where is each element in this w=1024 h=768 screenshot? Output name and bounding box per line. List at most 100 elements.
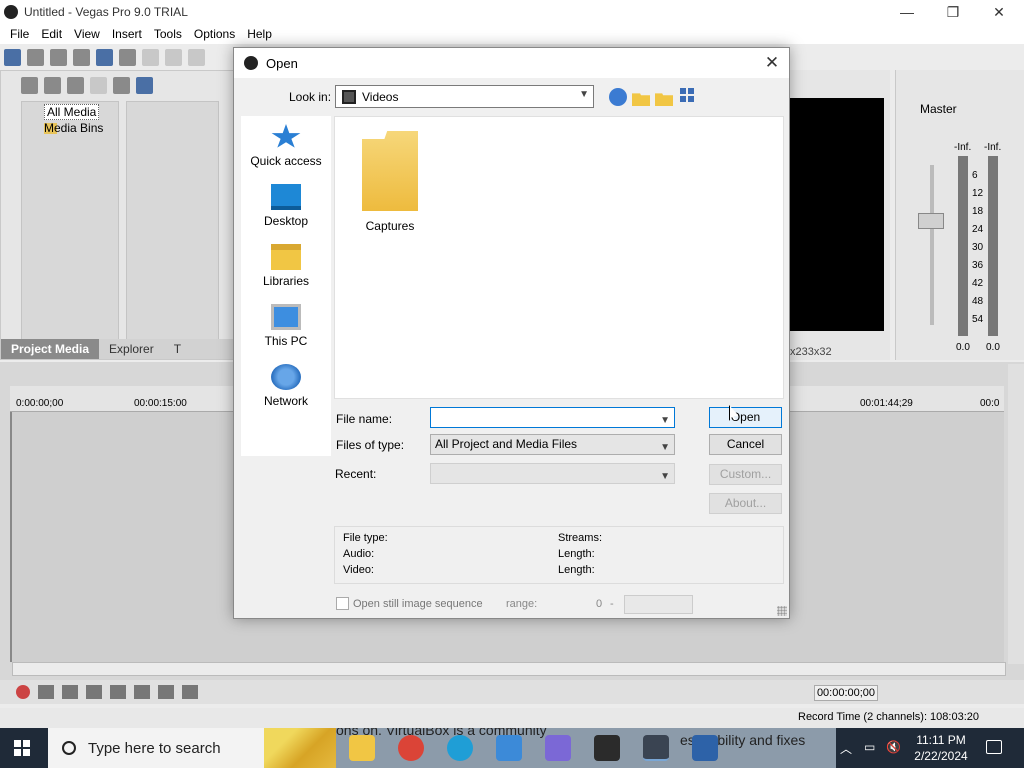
dialog-close-button[interactable]: ✕ [761, 52, 783, 74]
file-item-captures[interactable]: Captures [353, 131, 427, 233]
media-list[interactable] [126, 101, 219, 341]
vegas-taskbar-icon[interactable] [643, 735, 669, 761]
tab-transitions[interactable]: T [164, 342, 191, 356]
menu-file[interactable]: File [4, 27, 35, 41]
minimize-button[interactable]: — [884, 0, 930, 24]
master-fader[interactable] [918, 213, 944, 229]
edge-icon[interactable] [447, 735, 473, 761]
solitaire-icon[interactable] [594, 735, 620, 761]
back-arrow-icon[interactable] [609, 88, 627, 106]
import-media-icon[interactable] [21, 76, 38, 94]
project-media-panel: All Media Media Bins Project Media Explo… [0, 70, 235, 360]
tree-item-media-bins[interactable]: Media Bins [44, 120, 118, 136]
clipchamp-icon[interactable] [545, 735, 571, 761]
up-folder-icon[interactable] [632, 93, 650, 106]
videos-folder-icon [342, 89, 356, 104]
play-from-start-icon[interactable] [62, 685, 78, 699]
paste-icon[interactable] [188, 48, 205, 66]
record-icon[interactable] [16, 685, 30, 699]
menu-options[interactable]: Options [188, 27, 241, 41]
db-tick: 42 [972, 278, 984, 289]
cut-icon[interactable] [142, 48, 159, 66]
inf-left: -Inf. [954, 142, 972, 153]
capture-icon[interactable] [44, 76, 61, 94]
preview-resolution: x233x32 [790, 346, 832, 358]
chevron-up-icon[interactable]: ︿ [840, 740, 852, 757]
menu-view[interactable]: View [68, 27, 106, 41]
virtualbox-icon[interactable] [692, 735, 718, 761]
close-app-button[interactable]: ✕ [976, 0, 1022, 24]
go-to-start-icon[interactable] [158, 685, 174, 699]
place-quick-access[interactable]: Quick access [241, 124, 331, 168]
photos-icon[interactable] [496, 735, 522, 761]
windows-start-icon[interactable] [14, 740, 30, 756]
chevron-down-icon: ▼ [660, 471, 670, 482]
new-project-icon[interactable] [4, 48, 21, 66]
timecode-display: 00:00:00;00 [814, 685, 878, 701]
video-preview-panel: x233x32 [790, 70, 890, 360]
loop-icon[interactable] [38, 685, 54, 699]
media-fx-icon[interactable] [113, 76, 130, 94]
place-network[interactable]: Network [241, 364, 331, 408]
computer-icon [271, 304, 301, 330]
tab-explorer[interactable]: Explorer [99, 342, 164, 356]
system-clock[interactable]: 11:11 PM 2/22/2024 [912, 732, 970, 764]
look-in-dropdown[interactable]: Videos ▼ [335, 85, 594, 108]
timeline-vertical-scrollbar[interactable] [1008, 364, 1024, 664]
volume-muted-icon[interactable]: 🔇 [886, 740, 901, 754]
notification-icon[interactable] [986, 740, 1002, 754]
checkbox-box[interactable] [336, 597, 349, 610]
db-tick: 18 [972, 206, 984, 217]
taskbar-search-box[interactable]: Type here to search [48, 728, 336, 768]
about-button[interactable]: About... [709, 493, 782, 514]
view-menu-icon[interactable] [680, 88, 698, 106]
get-media-icon[interactable] [67, 76, 84, 94]
recent-dropdown[interactable]: ▼ [430, 463, 675, 484]
folder-icon [362, 131, 418, 211]
file-list[interactable]: Captures [334, 116, 784, 399]
save-icon[interactable] [50, 48, 67, 66]
resize-grip-icon[interactable] [777, 606, 787, 616]
menu-edit[interactable]: Edit [35, 27, 68, 41]
tab-project-media[interactable]: Project Media [1, 339, 100, 359]
stop-icon[interactable] [134, 685, 150, 699]
menu-tools[interactable]: Tools [148, 27, 188, 41]
files-of-type-dropdown[interactable]: All Project and Media Files ▼ [430, 434, 675, 455]
place-this-pc[interactable]: This PC [241, 304, 331, 348]
pause-icon[interactable] [110, 685, 126, 699]
media-toolbar [1, 71, 234, 99]
file-name-label: File name: [336, 412, 393, 426]
place-desktop[interactable]: Desktop [241, 184, 331, 228]
place-libraries[interactable]: Libraries [241, 244, 331, 288]
file-explorer-icon[interactable] [349, 735, 375, 761]
app-title: Untitled - Vegas Pro 9.0 TRIAL [24, 5, 188, 19]
remove-unused-icon[interactable] [90, 76, 107, 94]
properties-icon[interactable] [119, 48, 136, 66]
network-tray-icon[interactable]: ▭ [864, 740, 875, 754]
tree-item-all-media[interactable]: All Media [44, 104, 118, 120]
search-media-icon[interactable] [136, 76, 153, 94]
render-icon[interactable] [96, 48, 113, 66]
new-folder-icon[interactable] [655, 93, 673, 106]
play-icon[interactable] [86, 685, 102, 699]
menu-insert[interactable]: Insert [106, 27, 148, 41]
save-as-icon[interactable] [73, 48, 90, 66]
custom-button[interactable]: Custom... [709, 464, 782, 485]
db-tick: 54 [972, 314, 984, 325]
restore-button[interactable]: ❐ [930, 0, 976, 24]
copy-icon[interactable] [165, 48, 182, 66]
file-info-box: File type: Audio: Video: Streams: Length… [334, 526, 784, 584]
go-to-end-icon[interactable] [182, 685, 198, 699]
cancel-button[interactable]: Cancel [709, 434, 782, 455]
open-icon[interactable] [27, 48, 44, 66]
file-name-input[interactable]: ▼ [430, 407, 675, 428]
chrome-icon[interactable] [398, 735, 424, 761]
open-button[interactable]: Open [709, 407, 782, 428]
timeline-horizontal-scrollbar[interactable] [12, 662, 1006, 676]
vegas-dialog-icon [244, 56, 258, 70]
menu-help[interactable]: Help [241, 27, 278, 41]
range-end-input[interactable] [624, 595, 693, 614]
level-meter-left [958, 156, 968, 336]
app-titlebar: Untitled - Vegas Pro 9.0 TRIAL — ❐ ✕ [0, 0, 1024, 24]
still-image-sequence-checkbox[interactable]: Open still image sequence [336, 597, 483, 610]
